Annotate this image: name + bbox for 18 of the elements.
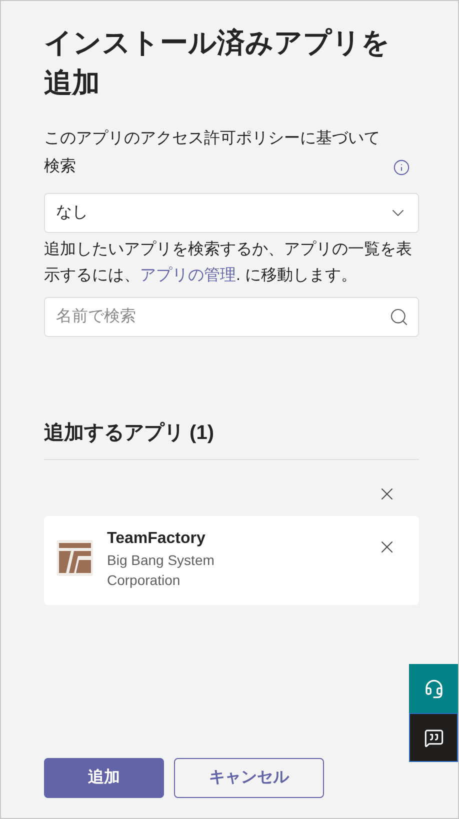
manage-apps-link[interactable]: アプリの管理: [140, 267, 236, 284]
search-field[interactable]: 名前で検索: [44, 297, 419, 337]
headset-icon: [424, 678, 444, 698]
app-logo: [57, 540, 93, 576]
policy-dropdown[interactable]: なし: [44, 193, 419, 233]
feedback-button[interactable]: [409, 713, 458, 762]
feedback-icon: [424, 728, 444, 748]
search-icon: [389, 307, 409, 327]
add-button[interactable]: 追加: [44, 758, 164, 798]
support-button[interactable]: [409, 664, 458, 713]
section-heading: 追加するアプリ (1): [44, 420, 215, 446]
panel-title: インストール済みアプリを追加: [44, 26, 391, 100]
cancel-button[interactable]: キャンセル: [174, 758, 324, 798]
info-icon[interactable]: [393, 159, 410, 176]
help-text: 追加したいアプリを検索するか、アプリの一覧を表示するには、アプリの管理. に移動します。: [44, 240, 412, 286]
app-name: TeamFactory: [107, 529, 206, 549]
policy-label: このアプリのアクセス許可ポリシーに基づいて検索: [44, 128, 381, 177]
app-publisher: Big Bang System Corporation: [107, 551, 216, 590]
